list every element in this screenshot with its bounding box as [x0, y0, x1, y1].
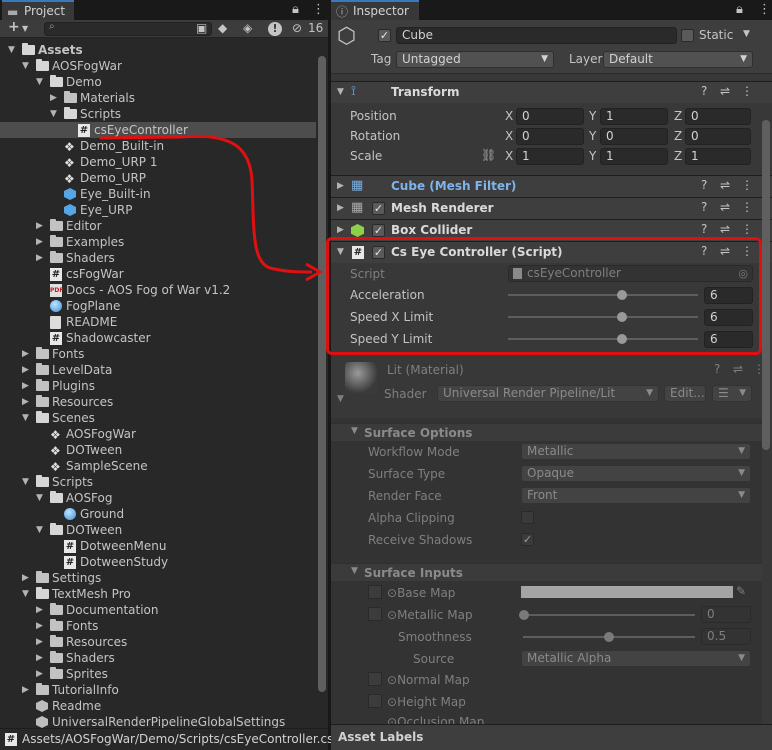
annotation-arrow — [99, 134, 324, 282]
annotation-curve — [179, 134, 313, 274]
annotation-underline — [99, 135, 181, 140]
